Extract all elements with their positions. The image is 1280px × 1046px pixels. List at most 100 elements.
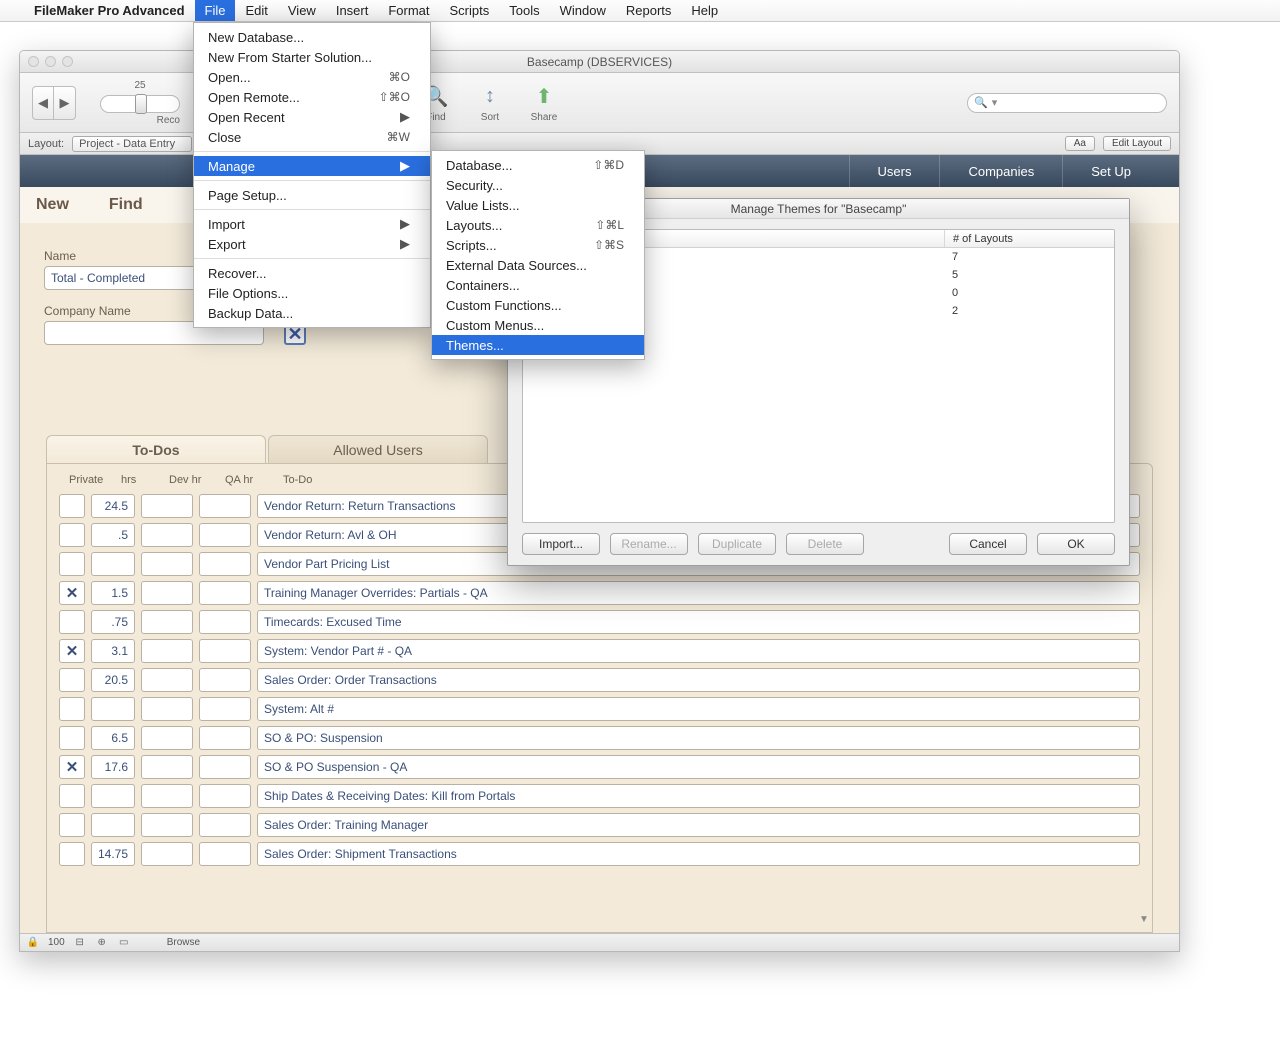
devhr-cell[interactable] (141, 697, 193, 721)
hrs-cell[interactable] (91, 552, 135, 576)
devhr-cell[interactable] (141, 755, 193, 779)
qahr-cell[interactable] (199, 494, 251, 518)
private-checkbox[interactable] (59, 726, 85, 750)
nav-companies[interactable]: Companies (939, 155, 1062, 187)
qahr-cell[interactable] (199, 755, 251, 779)
ok-button[interactable]: OK (1037, 533, 1115, 555)
qahr-cell[interactable] (199, 523, 251, 547)
file-menu-item[interactable]: File Options... (194, 283, 430, 303)
col-num-layouts[interactable]: # of Layouts (944, 230, 1114, 247)
manage-menu-item[interactable]: Custom Functions... (432, 295, 644, 315)
zoom-value[interactable]: 100 (48, 937, 65, 948)
todo-description[interactable]: SO & PO: Suspension (257, 726, 1140, 750)
private-checkbox[interactable]: ✕ (59, 581, 85, 605)
todo-description[interactable]: Sales Order: Shipment Transactions (257, 842, 1140, 866)
manage-menu-item[interactable]: Layouts...⇧⌘L (432, 215, 644, 235)
manage-menu-item[interactable]: External Data Sources... (432, 255, 644, 275)
statusarea-toggle-icon[interactable]: ▭ (117, 937, 131, 948)
prev-record-button[interactable]: ◀ (32, 86, 54, 120)
devhr-cell[interactable] (141, 813, 193, 837)
manage-menu-item[interactable]: Custom Menus... (432, 315, 644, 335)
minimize-window-icon[interactable] (45, 56, 56, 67)
todo-description[interactable]: Ship Dates & Receiving Dates: Kill from … (257, 784, 1140, 808)
devhr-cell[interactable] (141, 842, 193, 866)
private-checkbox[interactable] (59, 697, 85, 721)
manage-menu-item[interactable]: Database...⇧⌘D (432, 155, 644, 175)
tab-allowed-users[interactable]: Allowed Users (268, 435, 488, 463)
devhr-cell[interactable] (141, 581, 193, 605)
todo-description[interactable]: Sales Order: Training Manager (257, 813, 1140, 837)
qahr-cell[interactable] (199, 813, 251, 837)
record-slider[interactable] (100, 95, 180, 113)
zoom-out-icon[interactable]: ⊟ (73, 937, 87, 948)
file-menu-item[interactable]: Manage▶ (194, 156, 430, 176)
qahr-cell[interactable] (199, 668, 251, 692)
todo-description[interactable]: SO & PO Suspension - QA (257, 755, 1140, 779)
devhr-cell[interactable] (141, 523, 193, 547)
delete-button[interactable]: Delete (786, 533, 864, 555)
devhr-cell[interactable] (141, 668, 193, 692)
qahr-cell[interactable] (199, 726, 251, 750)
import-button[interactable]: Import... (522, 533, 600, 555)
devhr-cell[interactable] (141, 552, 193, 576)
manage-menu-item[interactable]: Containers... (432, 275, 644, 295)
menu-edit[interactable]: Edit (235, 0, 277, 21)
hrs-cell[interactable]: 14.75 (91, 842, 135, 866)
hrs-cell[interactable]: 20.5 (91, 668, 135, 692)
hrs-cell[interactable] (91, 813, 135, 837)
private-checkbox[interactable]: ✕ (59, 755, 85, 779)
todo-description[interactable]: System: Alt # (257, 697, 1140, 721)
devhr-cell[interactable] (141, 726, 193, 750)
menu-help[interactable]: Help (681, 0, 728, 21)
hrs-cell[interactable]: .5 (91, 523, 135, 547)
manage-menu-item[interactable]: Value Lists... (432, 195, 644, 215)
hrs-cell[interactable] (91, 697, 135, 721)
qahr-cell[interactable] (199, 639, 251, 663)
rename-button[interactable]: Rename... (610, 533, 688, 555)
manage-menu-item[interactable]: Scripts...⇧⌘S (432, 235, 644, 255)
subnav-new[interactable]: New (36, 196, 69, 214)
private-checkbox[interactable]: ✕ (59, 639, 85, 663)
devhr-cell[interactable] (141, 610, 193, 634)
qahr-cell[interactable] (199, 697, 251, 721)
private-checkbox[interactable] (59, 552, 85, 576)
private-checkbox[interactable] (59, 668, 85, 692)
hrs-cell[interactable]: 6.5 (91, 726, 135, 750)
file-menu-item[interactable]: Export▶ (194, 234, 430, 254)
qahr-cell[interactable] (199, 581, 251, 605)
nav-users[interactable]: Users (849, 155, 940, 187)
file-menu-item[interactable]: Close⌘W (194, 127, 430, 147)
todo-description[interactable]: System: Vendor Part # - QA (257, 639, 1140, 663)
hrs-cell[interactable]: 1.5 (91, 581, 135, 605)
mode-label[interactable]: Browse (167, 937, 200, 948)
todo-description[interactable]: Training Manager Overrides: Partials - Q… (257, 581, 1140, 605)
manage-menu-item[interactable]: Themes... (432, 335, 644, 355)
file-menu-item[interactable]: Import▶ (194, 214, 430, 234)
tab-todos[interactable]: To-Dos (46, 435, 266, 463)
nav-setup[interactable]: Set Up (1062, 155, 1159, 187)
share-group[interactable]: ⬆ Share (529, 82, 559, 123)
file-menu-item[interactable]: New Database... (194, 27, 430, 47)
file-menu-item[interactable]: Recover... (194, 263, 430, 283)
file-menu-item[interactable]: Open Recent▶ (194, 107, 430, 127)
qahr-cell[interactable] (199, 610, 251, 634)
qahr-cell[interactable] (199, 552, 251, 576)
file-menu-item[interactable]: New From Starter Solution... (194, 47, 430, 67)
sort-group[interactable]: ↕ Sort (475, 82, 505, 123)
private-checkbox[interactable] (59, 842, 85, 866)
menu-insert[interactable]: Insert (326, 0, 379, 21)
todo-description[interactable]: Sales Order: Order Transactions (257, 668, 1140, 692)
slider-thumb-icon[interactable] (135, 94, 147, 114)
menu-file[interactable]: File (195, 0, 236, 21)
subnav-find[interactable]: Find (109, 196, 143, 214)
cancel-button[interactable]: Cancel (949, 533, 1027, 555)
file-menu-item[interactable]: Open...⌘O (194, 67, 430, 87)
scroll-down-icon[interactable]: ▼ (1138, 914, 1150, 926)
zoom-window-icon[interactable] (62, 56, 73, 67)
menu-window[interactable]: Window (550, 0, 616, 21)
next-record-button[interactable]: ▶ (54, 86, 76, 120)
file-menu-item[interactable]: Open Remote...⇧⌘O (194, 87, 430, 107)
hrs-cell[interactable] (91, 784, 135, 808)
zoom-in-icon[interactable]: ⊕ (95, 937, 109, 948)
file-menu-item[interactable]: Page Setup... (194, 185, 430, 205)
